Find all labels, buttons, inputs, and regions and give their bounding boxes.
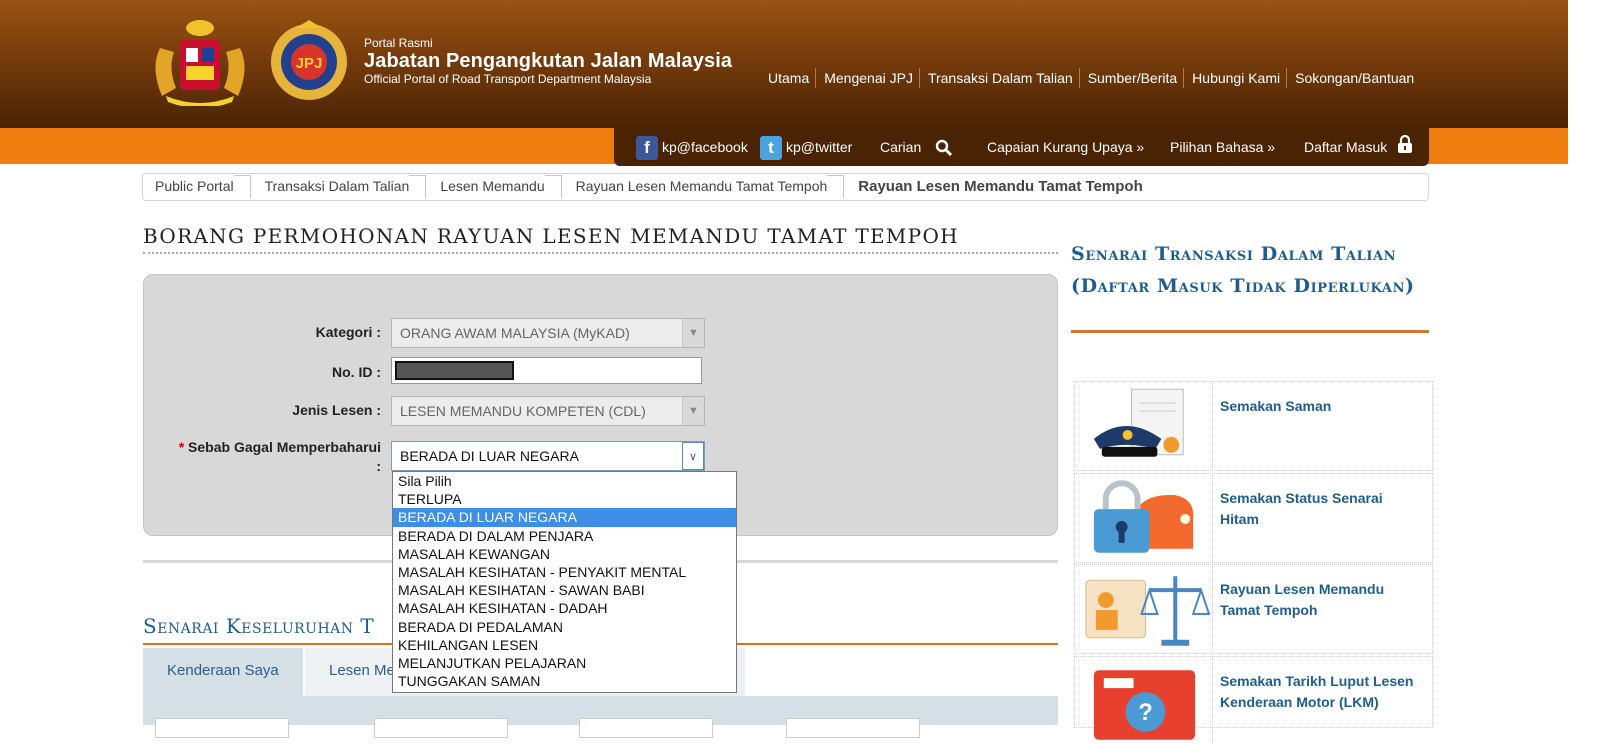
portal-small-label: Portal Rasmi — [364, 36, 433, 50]
option-penjara[interactable]: BERADA DI DALAM PENJARA — [393, 527, 736, 545]
facebook-link[interactable]: f kp@facebook — [636, 128, 748, 166]
sidebar-item-label: Semakan Tarikh Luput Lesen Kenderaan Mot… — [1220, 673, 1414, 710]
breadcrumb-lesen-memandu[interactable]: Lesen Memandu — [428, 174, 563, 200]
form-title: BORANG PERMOHONAN RAYUAN LESEN MEMANDU T… — [143, 224, 959, 248]
option-luar-negara[interactable]: BERADA DI LUAR NEGARA — [393, 508, 736, 527]
option-terlupa[interactable]: TERLUPA — [393, 490, 736, 508]
search-label: Carian — [880, 139, 922, 155]
chevron-down-icon: ▼ — [682, 397, 704, 425]
kategori-select: ORANG AWAM MALAYSIA (MyKAD) ▼ — [391, 318, 705, 348]
license-card-question-icon: ? — [1093, 658, 1213, 744]
sidebar-item-label: Rayuan Lesen Memandu Tamat Tempoh — [1220, 581, 1385, 618]
option-sila-pilih[interactable]: Sila Pilih — [393, 472, 736, 490]
nav-mengenai-jpj[interactable]: Mengenai JPJ — [815, 68, 919, 88]
tab-content — [143, 696, 1058, 738]
login-link[interactable]: Daftar Masuk — [1304, 128, 1413, 166]
option-tunggakan-saman[interactable]: TUNGGAKAN SAMAN — [393, 672, 736, 690]
section-title: Senarai Keseluruhan T — [143, 614, 375, 638]
search-link[interactable]: Carian — [880, 128, 953, 166]
option-kehilangan-lesen[interactable]: KEHILANGAN LESEN — [393, 636, 736, 654]
sebab-dropdown-list: Sila Pilih TERLUPA BERADA DI LUAR NEGARA… — [392, 471, 737, 693]
portal-name: Jabatan Pengangkutan Jalan Malaysia — [364, 50, 733, 72]
main-nav: Utama Mengenai JPJ Transaksi Dalam Talia… — [760, 68, 1420, 88]
nav-sokongan[interactable]: Sokongan/Bantuan — [1286, 68, 1420, 88]
option-pedalaman[interactable]: BERADA DI PEDALAMAN — [393, 618, 736, 636]
chevron-down-icon[interactable]: ∨ — [682, 442, 704, 470]
svg-text:?: ? — [1138, 699, 1153, 726]
title-divider — [143, 252, 1058, 254]
jenis-lesen-select: LESEN MEMANDU KOMPETEN (CDL) ▼ — [391, 396, 705, 426]
license-scale-icon — [1085, 566, 1213, 652]
nav-transaksi[interactable]: Transaksi Dalam Talian — [918, 68, 1079, 88]
breadcrumb-transaksi[interactable]: Transaksi Dalam Talian — [253, 174, 429, 200]
kategori-value: ORANG AWAM MALAYSIA (MyKAD) — [400, 325, 630, 341]
sidebar-item-rayuan-lesen[interactable]: Rayuan Lesen Memandu Tamat Tempoh — [1074, 564, 1433, 654]
coat-of-arms-logo[interactable] — [146, 18, 254, 106]
vehicle-card[interactable] — [579, 718, 713, 738]
sidebar-item-semakan-saman[interactable]: Semakan Saman — [1074, 381, 1433, 471]
jenis-lesen-value: LESEN MEMANDU KOMPETEN (CDL) — [400, 403, 646, 419]
accessibility-link[interactable]: Capaian Kurang Upaya » — [987, 128, 1144, 166]
vehicle-card[interactable] — [374, 718, 508, 738]
breadcrumb-public-portal[interactable]: Public Portal — [143, 174, 253, 200]
jpj-logo[interactable]: JPJ — [266, 18, 352, 104]
option-melanjutkan-pelajaran[interactable]: MELANJUTKAN PELAJARAN — [393, 654, 736, 672]
required-asterisk: * — [178, 439, 185, 455]
breadcrumb: Public Portal Transaksi Dalam Talian Les… — [142, 173, 1429, 201]
jenis-lesen-label: Jenis Lesen : — [292, 402, 381, 418]
sebab-value: BERADA DI LUAR NEGARA — [400, 448, 579, 464]
site-header: JPJ Portal Rasmi Jabatan Pengangkutan Ja… — [0, 0, 1568, 128]
lock-icon — [1398, 134, 1413, 153]
sidebar-item-label: Semakan Saman — [1220, 398, 1332, 414]
sidebar-item-senarai-hitam[interactable]: Semakan Status Senarai Hitam — [1074, 473, 1433, 563]
sebab-label-colon: : — [376, 458, 381, 474]
padlock-car-icon — [1093, 475, 1213, 561]
vehicle-card[interactable] — [155, 718, 289, 738]
nav-sumber-berita[interactable]: Sumber/Berita — [1078, 68, 1183, 88]
portal-subtitle: Official Portal of Road Transport Depart… — [364, 72, 652, 86]
option-sawan-babi[interactable]: MASALAH KESIHATAN - SAWAN BABI — [393, 581, 736, 599]
twitter-link[interactable]: t kp@twitter — [760, 128, 852, 166]
svg-text:JPJ: JPJ — [296, 55, 323, 72]
utility-bar: f kp@facebook t kp@twitter Carian Capaian … — [614, 128, 1429, 166]
sebab-select[interactable]: BERADA DI LUAR NEGARA ∨ — [391, 441, 705, 471]
sebab-label: * Sebab Gagal Memperbaharui : — [150, 438, 381, 476]
option-penyakit-mental[interactable]: MASALAH KESIHATAN - PENYAKIT MENTAL — [393, 563, 736, 581]
nav-utama[interactable]: Utama — [760, 68, 815, 88]
option-kewangan[interactable]: MASALAH KEWANGAN — [393, 545, 736, 563]
sidebar-item-label: Semakan Status Senarai Hitam — [1220, 490, 1383, 527]
sidebar-item-tarikh-luput[interactable]: ? Semakan Tarikh Luput Lesen Kenderaan M… — [1074, 656, 1433, 744]
twitter-label: kp@twitter — [786, 139, 853, 155]
search-icon — [935, 140, 953, 157]
nav-hubungi-kami[interactable]: Hubungi Kami — [1183, 68, 1286, 88]
tab-kenderaan-saya[interactable]: Kenderaan Saya — [143, 648, 303, 696]
language-link[interactable]: Pilihan Bahasa » — [1170, 128, 1275, 166]
vehicle-card[interactable] — [786, 718, 920, 738]
police-cap-icon — [1093, 383, 1213, 469]
sidebar-title: Senarai Transaksi Dalam Talian (Daftar M… — [1071, 243, 1415, 297]
chevron-down-icon: ▼ — [682, 319, 704, 347]
sebab-label-text: Sebab Gagal Memperbaharui — [188, 439, 381, 455]
option-dadah[interactable]: MASALAH KESIHATAN - DADAH — [393, 599, 736, 617]
facebook-label: kp@facebook — [662, 139, 748, 155]
portal-title: Portal Rasmi Jabatan Pengangkutan Jalan … — [364, 36, 732, 86]
facebook-icon: f — [636, 136, 658, 161]
noid-field[interactable] — [391, 357, 702, 384]
twitter-icon: t — [760, 136, 782, 161]
login-label: Daftar Masuk — [1304, 139, 1388, 155]
kategori-label: Kategori : — [315, 324, 381, 340]
noid-label: No. ID : — [332, 364, 381, 380]
breadcrumb-current: Rayuan Lesen Memandu Tamat Tempoh — [858, 178, 1143, 195]
redacted-id — [395, 361, 514, 380]
sidebar-rule — [1071, 330, 1429, 333]
breadcrumb-rayuan[interactable]: Rayuan Lesen Memandu Tamat Tempoh — [564, 174, 847, 200]
